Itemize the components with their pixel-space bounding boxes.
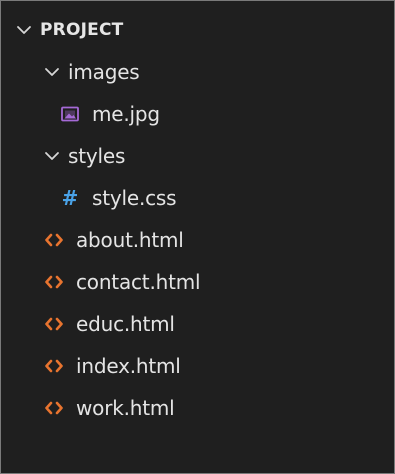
- file-label: index.html: [76, 354, 181, 378]
- chevron-down-icon[interactable]: [16, 22, 32, 38]
- tree-item-folder-styles[interactable]: styles: [2, 135, 393, 177]
- chevron-down-icon[interactable]: [44, 64, 60, 80]
- tree-item-folder-images[interactable]: images: [2, 51, 393, 93]
- html-code-icon: [44, 314, 64, 334]
- tree-item-file-work-html[interactable]: work.html: [2, 387, 393, 429]
- file-label: about.html: [76, 228, 184, 252]
- file-explorer: PROJECT images me.jpg styles # style.css…: [0, 0, 395, 474]
- tree-item-file-about-html[interactable]: about.html: [2, 219, 393, 261]
- project-section-header[interactable]: PROJECT: [2, 9, 393, 51]
- tree-item-file-contact-html[interactable]: contact.html: [2, 261, 393, 303]
- folder-label: styles: [68, 144, 126, 168]
- html-code-icon: [44, 398, 64, 418]
- file-label: educ.html: [76, 312, 175, 336]
- css-hash-icon: #: [61, 186, 79, 210]
- file-label: contact.html: [76, 270, 201, 294]
- image-file-icon: [60, 104, 80, 124]
- project-label: PROJECT: [40, 20, 124, 40]
- folder-label: images: [68, 60, 140, 84]
- tree-item-file-educ-html[interactable]: educ.html: [2, 303, 393, 345]
- tree-item-file-style-css[interactable]: # style.css: [2, 177, 393, 219]
- file-label: work.html: [76, 396, 175, 420]
- chevron-down-icon[interactable]: [44, 148, 60, 164]
- html-code-icon: [44, 230, 64, 250]
- html-code-icon: [44, 272, 64, 292]
- file-label: style.css: [92, 186, 177, 210]
- tree-item-file-me-jpg[interactable]: me.jpg: [2, 93, 393, 135]
- file-label: me.jpg: [92, 102, 160, 126]
- html-code-icon: [44, 356, 64, 376]
- tree-item-file-index-html[interactable]: index.html: [2, 345, 393, 387]
